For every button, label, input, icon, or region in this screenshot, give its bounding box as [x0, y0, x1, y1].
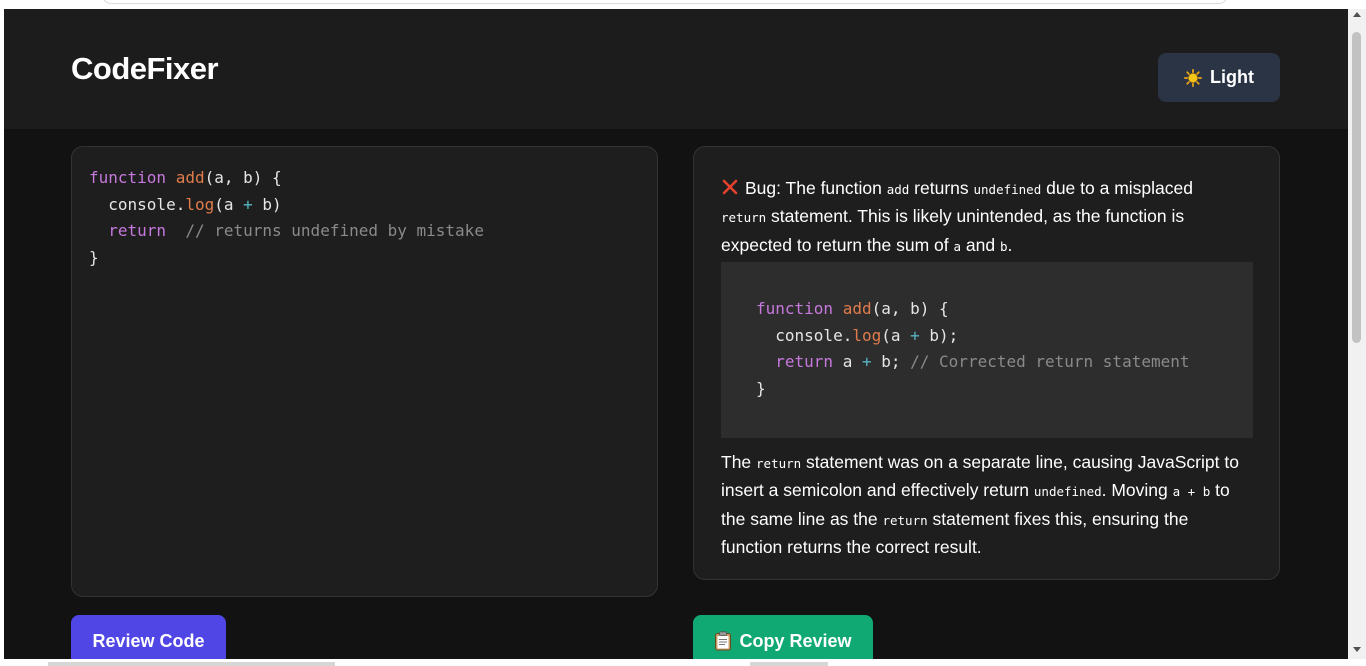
x-icon	[721, 178, 739, 196]
code-token: return	[775, 352, 834, 371]
browser-frame: CodeFixer Light function add(a, b) {con…	[0, 0, 1366, 666]
code-token: (a	[881, 325, 911, 345]
scroll-down-arrow-icon[interactable]	[1353, 647, 1361, 652]
text-run: . Moving	[1101, 480, 1173, 501]
code-token: log	[852, 325, 882, 345]
code-token: // returns undefined by mistake	[185, 221, 484, 240]
code-line: function add(a, b) {	[89, 165, 484, 192]
horizontal-scroll-segment	[750, 662, 828, 666]
code-token: (a, b) {	[871, 299, 949, 318]
address-bar-edge	[102, 0, 1228, 4]
code-token: return	[108, 221, 167, 240]
text-run: Bug: The function	[745, 178, 887, 198]
code-token: console.	[756, 325, 853, 345]
code-token: +	[243, 194, 253, 214]
inline-code: return	[756, 456, 802, 471]
text-run: The	[721, 452, 757, 472]
code-line: return // returns undefined by mistake	[89, 218, 484, 245]
horizontal-scrollbar[interactable]	[0, 659, 1366, 666]
browser-top-strip	[0, 0, 1366, 8]
code-editor[interactable]: function add(a, b) { console.log(a + b) …	[71, 146, 658, 597]
scrollbar-thumb[interactable]	[1352, 32, 1361, 343]
code-token: (a	[214, 194, 244, 214]
code-token: b);	[919, 325, 959, 345]
review-code-button[interactable]: Review Code	[71, 615, 226, 659]
code-token: a	[833, 352, 862, 371]
app-header: CodeFixer Light	[4, 9, 1348, 129]
copy-review-button[interactable]: Copy Review	[693, 615, 873, 659]
code-line: }	[756, 376, 1190, 403]
text-run: .	[1007, 234, 1013, 255]
fixed-code-content: function add(a, b) { console.log(a + b);…	[756, 296, 1190, 402]
code-line: function add(a, b) {	[756, 296, 1190, 323]
inline-code: a	[953, 238, 962, 254]
code-token: (a, b) {	[204, 168, 282, 187]
code-token: log	[185, 194, 215, 214]
code-token: console.	[89, 194, 186, 214]
code-token: function	[89, 168, 167, 187]
review-panel: Bug: The function add returns undefined …	[693, 146, 1280, 580]
text-run: due to a misplaced	[1041, 178, 1193, 198]
code-token: b)	[252, 194, 282, 214]
theme-toggle-button[interactable]: Light	[1158, 53, 1280, 102]
theme-toggle-label: Light	[1210, 67, 1254, 87]
fix-explanation: The return statement was on a separate l…	[721, 449, 1241, 560]
scroll-up-arrow-icon[interactable]	[1353, 12, 1361, 17]
review-code-label: Review Code	[92, 630, 205, 651]
code-token: }	[756, 378, 766, 398]
fixed-code-block: function add(a, b) { console.log(a + b);…	[721, 262, 1253, 438]
inline-code: return	[882, 512, 928, 528]
inline-code: b	[999, 238, 1008, 254]
app-title: CodeFixer	[71, 51, 219, 86]
code-token: }	[89, 247, 99, 267]
inline-code: undefined	[973, 182, 1042, 197]
vertical-scrollbar[interactable]	[1348, 9, 1366, 659]
code-token: add	[842, 299, 872, 318]
code-line: }	[89, 245, 484, 272]
code-line: console.log(a + b);	[756, 323, 1190, 350]
bug-description-text: Bug: The function add returns undefined …	[721, 178, 1193, 255]
text-run: returns	[909, 178, 974, 198]
inline-code: add	[886, 182, 910, 197]
code-line: console.log(a + b)	[89, 192, 484, 219]
code-token: // Corrected return statement	[910, 352, 1190, 371]
code-token: +	[910, 325, 920, 345]
sun-icon	[1184, 68, 1202, 87]
inline-code: a + b	[1172, 484, 1211, 500]
horizontal-scroll-segment	[48, 662, 335, 666]
code-line: return a + b; // Corrected return statem…	[756, 349, 1190, 376]
code-token: +	[861, 352, 872, 371]
code-token: b;	[871, 352, 911, 371]
page-viewport: CodeFixer Light function add(a, b) {con…	[4, 9, 1348, 659]
code-editor-content[interactable]: function add(a, b) { console.log(a + b) …	[89, 165, 484, 271]
clipboard-icon	[714, 631, 732, 651]
inline-code: return	[721, 210, 767, 226]
inline-code: undefined	[1033, 484, 1102, 500]
code-token: function	[756, 299, 834, 318]
copy-review-label: Copy Review	[739, 630, 852, 651]
bug-description: Bug: The function add returns undefined …	[721, 175, 1241, 260]
code-token: add	[175, 168, 205, 187]
text-run: and	[961, 234, 1000, 255]
